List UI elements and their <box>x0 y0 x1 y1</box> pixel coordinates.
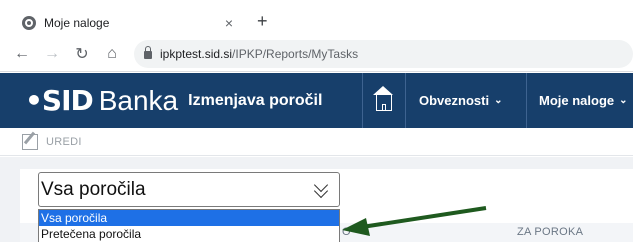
menu-obveznosti[interactable]: Obveznosti ⌄ <box>407 73 527 128</box>
app-header: •SID Banka Izmenjava poročil Obveznosti … <box>0 73 633 128</box>
address-bar[interactable]: ipkptest.sid.si /IPKP/Reports/MyTasks <box>134 39 633 68</box>
favicon-icon <box>22 16 36 30</box>
report-filter-select[interactable]: Vsa poročila <box>38 172 340 207</box>
sid-banka-logo[interactable]: •SID Banka <box>25 84 178 117</box>
menu-moje-naloge[interactable]: Moje naloge ⌄ <box>527 73 633 128</box>
report-filter-dropdown: Vsa poročila Pretečena poročila <box>38 209 340 242</box>
menu-moje-naloge-label: Moje naloge <box>539 93 615 108</box>
select-value: Vsa poročila <box>41 178 146 200</box>
forward-icon[interactable]: → <box>40 45 64 63</box>
reload-icon[interactable]: ↻ <box>70 44 94 64</box>
logo-sid: •SID <box>25 84 94 117</box>
url-path: /IPKP/Reports/MyTasks <box>232 46 359 61</box>
double-chevron-down-icon <box>311 177 333 200</box>
column-header-za-poroka[interactable]: ZA POROKA <box>517 226 583 238</box>
home-button[interactable] <box>362 73 406 128</box>
logo-banka: Banka <box>98 85 179 116</box>
option-vsa-porocila[interactable]: Vsa poročila <box>39 210 339 226</box>
new-tab-button[interactable]: + <box>257 12 268 30</box>
browser-tab[interactable]: Moje naloge × <box>22 10 237 36</box>
house-icon <box>373 86 393 111</box>
lock-icon <box>144 46 152 59</box>
browser-toolbar: ← → ↻ ⌂ ipkptest.sid.si /IPKP/Reports/My… <box>0 36 633 72</box>
app-title: Izmenjava poročil <box>188 91 323 109</box>
home-icon[interactable]: ⌂ <box>100 45 124 63</box>
edit-icon[interactable] <box>22 133 38 150</box>
annotation-arrow <box>342 206 487 236</box>
tab-close-icon[interactable]: × <box>221 15 237 31</box>
chevron-down-icon: ⌄ <box>619 95 628 106</box>
url-host: ipkptest.sid.si <box>160 46 233 61</box>
option-pretecena-porocila[interactable]: Pretečena poročila <box>39 226 339 242</box>
tab-title: Moje naloge <box>44 16 110 30</box>
menu-obveznosti-label: Obveznosti <box>419 93 490 108</box>
browser-tab-strip: Moje naloge × + <box>0 0 633 36</box>
page-toolbar: UREDI <box>0 128 633 156</box>
back-icon[interactable]: ← <box>10 45 34 63</box>
edit-button[interactable]: UREDI <box>46 136 82 148</box>
chevron-down-icon: ⌄ <box>494 95 503 106</box>
